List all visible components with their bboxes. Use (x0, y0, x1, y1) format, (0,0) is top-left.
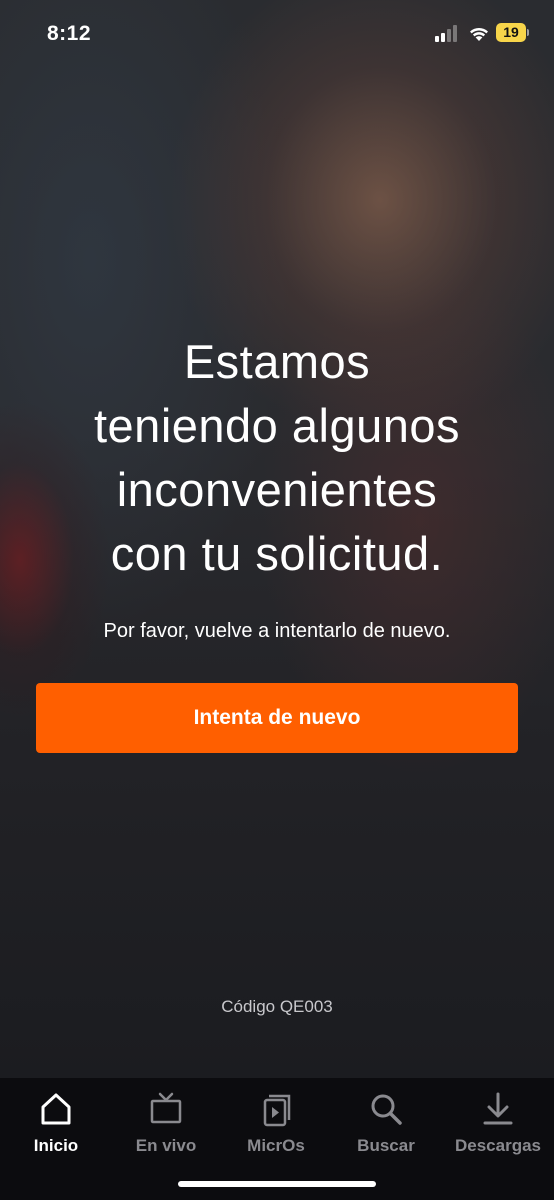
error-message: Por favor, vuelve a intentarlo de nuevo. (103, 620, 451, 642)
headline-line: teniendo algunos (93, 399, 461, 452)
status-bar: 8:12 19 (0, 0, 554, 66)
tab-inicio[interactable]: Inicio (6, 1086, 106, 1156)
tab-micros[interactable]: MicrOs (226, 1086, 326, 1156)
tab-label: Buscar (357, 1136, 415, 1155)
tv-icon (150, 1092, 182, 1124)
retry-button[interactable]: Intenta de nuevo (36, 683, 518, 753)
cellular-signal-icon (435, 25, 461, 42)
tab-label: Inicio (33, 1136, 79, 1155)
shorts-icon (263, 1094, 291, 1127)
search-icon (371, 1094, 402, 1125)
battery-level: 19 (496, 23, 526, 42)
home-icon (41, 1093, 71, 1125)
headline-line: Estamos (183, 335, 371, 388)
headline-line: inconvenientes (116, 463, 438, 516)
tab-label: En vivo (135, 1136, 197, 1155)
tab-label: MicrOs (247, 1136, 305, 1155)
battery-icon: 19 (496, 23, 529, 42)
tab-en-vivo[interactable]: En vivo (116, 1086, 216, 1156)
download-icon (483, 1092, 513, 1125)
tab-buscar[interactable]: Buscar (336, 1086, 436, 1156)
tab-descargas[interactable]: Descargas (448, 1086, 548, 1156)
error-code: Código QE003 (221, 997, 333, 1016)
wifi-icon (470, 27, 488, 41)
error-headline: Estamos teniendo algunos inconvenientes … (20, 330, 534, 586)
home-indicator (178, 1181, 376, 1187)
headline-line: con tu solicitud. (110, 527, 444, 580)
tab-label: Descargas (454, 1136, 541, 1155)
status-time: 8:12 (47, 22, 92, 45)
